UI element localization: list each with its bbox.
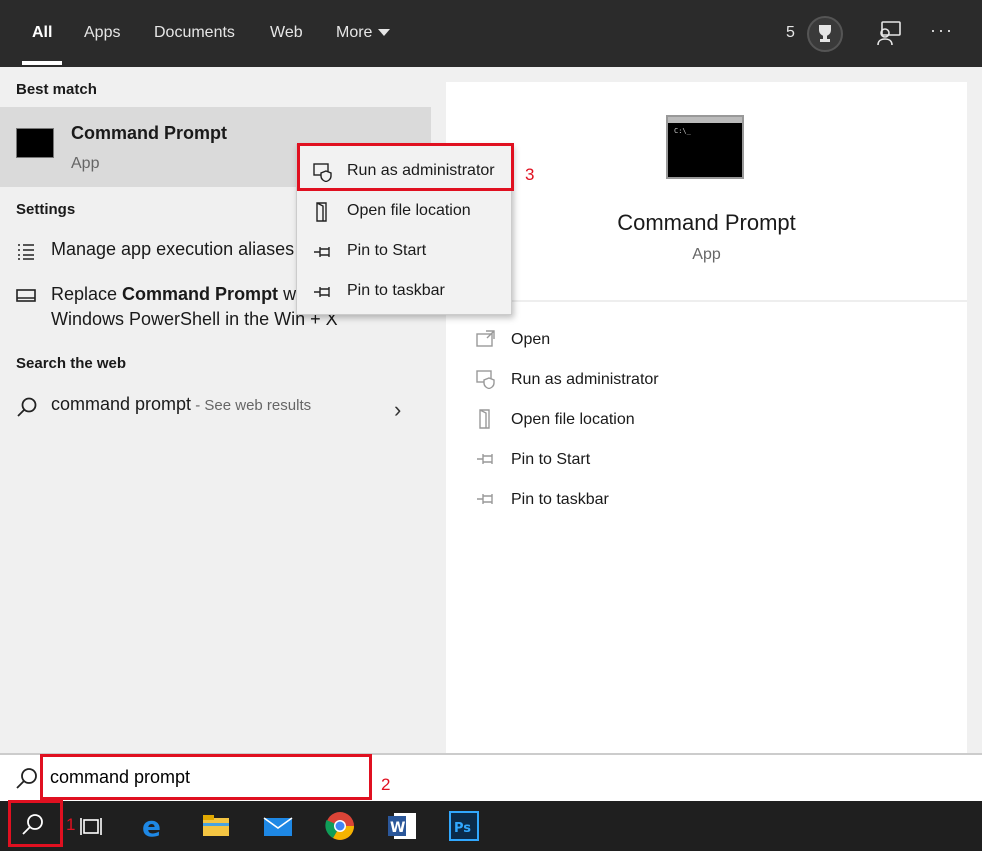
annotation-box-3 xyxy=(297,143,514,191)
settings-item-line2: Windows PowerShell in the Win + X xyxy=(51,309,338,329)
more-options-icon[interactable]: ··· xyxy=(930,20,954,41)
pin-icon xyxy=(476,489,496,509)
active-tab-indicator xyxy=(22,61,62,65)
annotation-label-2: 2 xyxy=(381,775,391,794)
taskbar: e W Ps xyxy=(0,801,982,851)
best-match-heading: Best match xyxy=(16,81,97,98)
chevron-right-icon[interactable]: › xyxy=(394,397,401,423)
annotation-label-3: 3 xyxy=(525,165,535,184)
mail-icon[interactable] xyxy=(262,810,294,842)
trophy-icon[interactable] xyxy=(807,16,843,52)
best-match-title: Command Prompt xyxy=(71,123,228,143)
annotation-box-2 xyxy=(40,754,372,800)
rewards-points: 5 xyxy=(786,24,795,41)
divider xyxy=(446,300,967,302)
web-result-suffix: - See web results xyxy=(191,397,312,414)
folder-icon xyxy=(476,409,496,429)
file-explorer-icon[interactable] xyxy=(200,810,232,842)
svg-text:e: e xyxy=(142,810,161,842)
search-web-heading: Search the web xyxy=(16,355,127,372)
folder-icon xyxy=(313,202,333,222)
caret-down-icon xyxy=(378,29,391,37)
tab-apps[interactable]: Apps xyxy=(84,24,120,42)
search-icon xyxy=(16,396,38,423)
app-type: App xyxy=(692,246,721,263)
action-label: Open xyxy=(511,331,551,348)
shield-icon xyxy=(476,369,496,390)
edge-icon[interactable]: e xyxy=(138,810,170,843)
tab-documents[interactable]: Documents xyxy=(154,24,235,42)
action-label: Run as administrator xyxy=(511,371,659,388)
settings-item-pre: Replace xyxy=(51,284,123,304)
svg-text:Ps: Ps xyxy=(454,821,471,836)
pin-icon xyxy=(313,242,333,262)
pin-icon xyxy=(313,282,333,302)
context-item-label: Open file location xyxy=(347,202,471,219)
context-open-file-location[interactable]: Open file location xyxy=(297,191,511,231)
app-title: Command Prompt xyxy=(617,210,796,235)
tab-web[interactable]: Web xyxy=(270,24,303,42)
open-icon xyxy=(476,329,496,349)
web-result[interactable]: command prompt - See web results xyxy=(0,394,431,426)
pin-icon xyxy=(476,449,496,469)
web-result-query: command prompt xyxy=(51,394,192,414)
tab-more-label: More xyxy=(336,24,373,41)
action-label: Open file location xyxy=(511,411,635,428)
command-prompt-large-icon: C:\_ xyxy=(666,115,744,179)
search-icon xyxy=(14,766,40,792)
best-match-subtitle: App xyxy=(71,155,100,172)
command-prompt-icon xyxy=(16,128,54,158)
settings-item-bold: Command Prompt xyxy=(122,284,279,304)
annotation-label-1: 1 xyxy=(66,815,76,834)
context-pin-to-start[interactable]: Pin to Start xyxy=(297,231,511,271)
taskbar-setting-icon xyxy=(16,288,36,309)
word-icon[interactable]: W xyxy=(386,810,418,842)
search-filter-bar: All Apps Documents Web More 5 ··· xyxy=(0,0,982,67)
context-item-label: Pin to taskbar xyxy=(347,282,445,299)
context-item-label: Pin to Start xyxy=(347,242,427,259)
action-label: Pin to Start xyxy=(511,451,591,468)
tab-more[interactable]: More xyxy=(336,24,391,42)
settings-item-line1: Replace Command Prompt with xyxy=(51,284,315,305)
photoshop-icon[interactable]: Ps xyxy=(448,810,480,842)
annotation-box-1 xyxy=(8,800,63,847)
action-label: Pin to taskbar xyxy=(511,491,609,508)
tab-all[interactable]: All xyxy=(32,24,52,42)
svg-text:C:\_: C:\_ xyxy=(674,127,692,135)
list-icon xyxy=(16,241,36,266)
context-pin-to-taskbar[interactable]: Pin to taskbar xyxy=(297,271,511,311)
settings-heading: Settings xyxy=(16,201,76,218)
chrome-icon[interactable] xyxy=(324,810,356,842)
settings-item-label: Manage app execution aliases xyxy=(51,239,295,259)
task-view-icon[interactable] xyxy=(76,810,108,842)
web-result-label: command prompt - See web results xyxy=(51,394,311,415)
feedback-icon[interactable] xyxy=(876,20,902,46)
svg-text:W: W xyxy=(390,820,405,836)
